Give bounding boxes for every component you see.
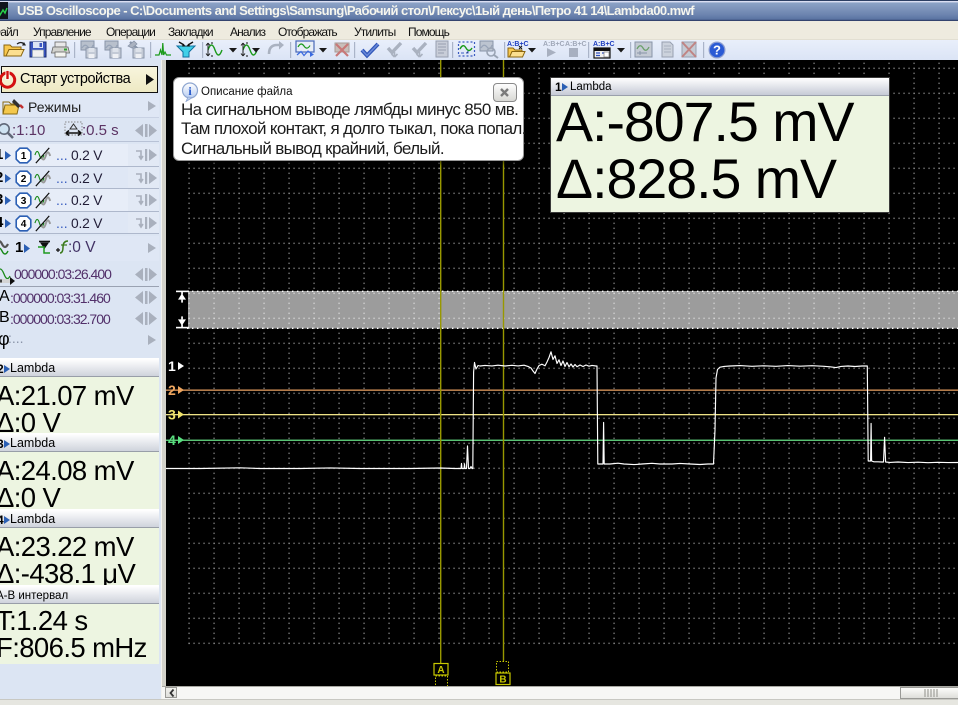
svg-text:2: 2: [168, 382, 176, 398]
svg-text:3: 3: [21, 196, 27, 207]
svg-text:A:B+C: A:B+C: [507, 41, 529, 48]
svg-text:2: 2: [21, 174, 27, 185]
svg-text:A: A: [437, 665, 444, 676]
svg-text:A:B+C: A:B+C: [543, 41, 565, 48]
svg-text:1: 1: [168, 358, 176, 374]
svg-text:?: ?: [713, 43, 721, 58]
svg-text:4: 4: [168, 432, 176, 448]
svg-text:A:B+C: A:B+C: [565, 41, 587, 48]
svg-text:3: 3: [168, 407, 176, 423]
svg-text:A:B+C: A:B+C: [593, 41, 615, 48]
svg-text:B: B: [499, 675, 506, 686]
svg-text:4: 4: [21, 219, 27, 230]
svg-text:1: 1: [21, 151, 27, 162]
